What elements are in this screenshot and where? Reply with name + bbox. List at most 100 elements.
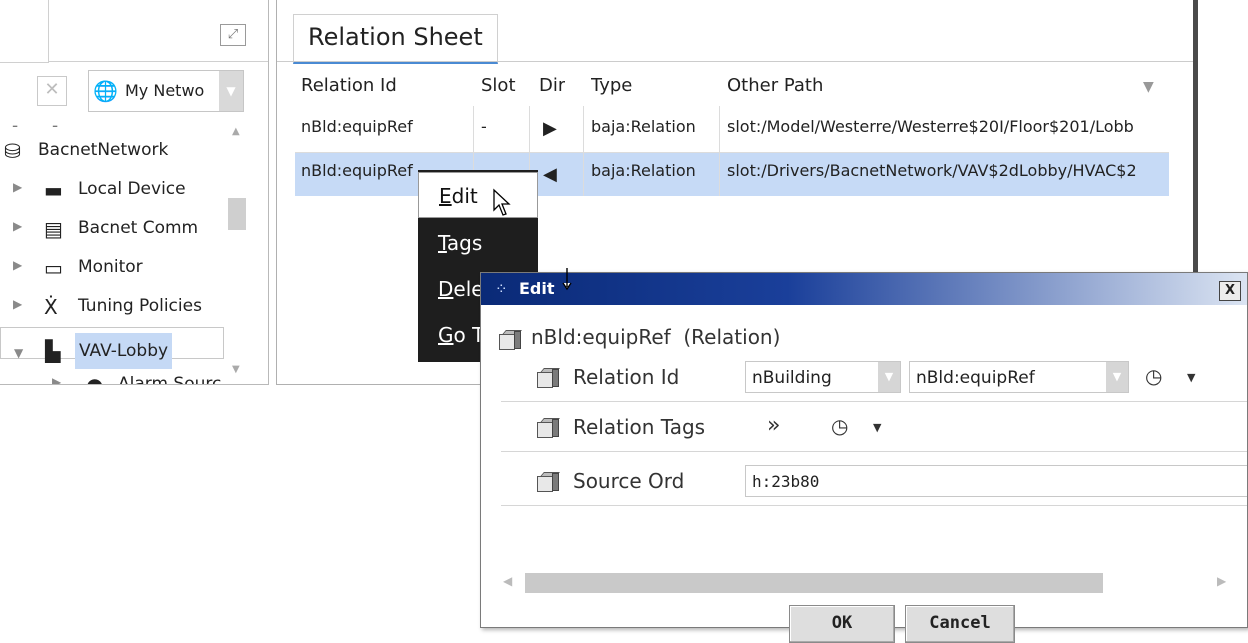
scroll-thumb[interactable] [525, 573, 1103, 593]
monitor-icon: ▭ [44, 256, 63, 280]
menu-item-tags[interactable]: Tags [418, 220, 538, 266]
col-header-slot[interactable]: Slot [481, 66, 516, 106]
chevron-down-icon[interactable]: ▼ [1106, 362, 1128, 392]
dialog-header: nBld:equipRef (Relation) [531, 325, 781, 349]
comm-icon: ▤ [44, 217, 63, 241]
expand-arrow-icon[interactable]: ▶ [13, 219, 22, 233]
field-label: Relation Id [573, 365, 680, 389]
dialog-title-bar[interactable]: ⁘ Edit X [481, 273, 1247, 305]
vav-icon: ▙ [45, 339, 61, 363]
cell-type: baja:Relation [591, 161, 696, 180]
field-row-source-ord: Source Ord h:23b80 [501, 457, 1247, 506]
cell-slot: - [481, 117, 487, 136]
direction-out-icon: ▶ [543, 118, 557, 139]
expand-double-chevron-icon[interactable]: » [767, 413, 780, 438]
tree-item-bacnetnetwork[interactable]: ⛁ BacnetNetwork [0, 132, 224, 168]
tree-item-local-device[interactable]: ▶ ▬ Local Device [0, 171, 224, 207]
direction-in-icon: ◀ [543, 164, 557, 185]
tuning-icon: Ẋ [44, 295, 58, 319]
component-icon [537, 367, 560, 388]
select-value: nBld:equipRef [916, 368, 1035, 388]
nav-panel: ⤢ ✕ 🌐 My Netwo ▼ - - ⛁ BacnetNetwork ▶ ▬… [0, 0, 269, 385]
chevron-down-icon[interactable]: ▼ [878, 362, 900, 392]
tree-item-label: BacnetNetwork [38, 140, 169, 160]
tree-item-monitor[interactable]: ▶ ▭ Monitor [0, 249, 224, 285]
menu-mnemonic: T [438, 231, 447, 255]
tree-item-label: Monitor [78, 257, 143, 277]
col-header-dir[interactable]: Dir [539, 66, 565, 106]
field-row-relation-tags: Relation Tags » ◷ ▼ [501, 403, 1247, 452]
cancel-button[interactable]: Cancel [905, 605, 1015, 643]
scroll-thumb[interactable] [228, 198, 246, 230]
close-button[interactable]: X [1219, 281, 1241, 301]
select-value: nBuilding [752, 368, 832, 388]
globe-icon: 🌐 [93, 79, 118, 103]
tree-item-alarm-source[interactable]: ▶ ● Alarm Sourc [0, 366, 224, 385]
component-icon [537, 471, 560, 492]
menu-label: dit [451, 184, 478, 208]
dialog-icon: ⁘ [495, 280, 508, 298]
menu-mnemonic: E [439, 184, 452, 208]
network-selector[interactable]: 🌐 My Netwo ▼ [88, 70, 244, 112]
ok-button[interactable]: OK [789, 605, 895, 643]
collapse-arrow-icon[interactable]: ▼ [14, 337, 23, 369]
tree-item-bacnet-comm[interactable]: ▶ ▤ Bacnet Comm [0, 210, 224, 246]
scroll-down-icon[interactable]: ▼ [232, 364, 240, 375]
dialog-body: nBld:equipRef (Relation) Relation Id nBu… [481, 305, 1247, 643]
nav-header-divider [48, 61, 268, 62]
tree-item-label: Alarm Sourc [118, 374, 222, 385]
menu-item-edit[interactable]: Edit [418, 172, 538, 218]
menu-mnemonic: G [438, 323, 454, 347]
tree-item-label: VAV-Lobby [75, 333, 173, 369]
expand-arrow-icon[interactable]: ▶ [52, 375, 61, 384]
resize-cursor-icon [562, 268, 572, 291]
tree-item-label: Tuning Policies [78, 296, 202, 316]
maximize-icon[interactable]: ⤢ [220, 24, 246, 46]
expand-arrow-icon[interactable]: ▶ [13, 180, 22, 194]
component-icon [537, 417, 560, 438]
network-selector-value: My Netwo [125, 81, 205, 100]
namespace-select[interactable]: nBuilding ▼ [745, 361, 901, 393]
relation-id-select[interactable]: nBld:equipRef ▼ [909, 361, 1129, 393]
col-header-type[interactable]: Type [591, 66, 632, 106]
expand-arrow-icon[interactable]: ▶ [13, 297, 22, 311]
cell-relation-id: nBld:equipRef [301, 117, 413, 136]
table-row[interactable]: nBld:equipRef - ▶ baja:Relation slot:/Mo… [295, 108, 1169, 152]
scroll-right-icon[interactable]: ▶ [1217, 574, 1226, 588]
scroll-left-icon[interactable]: ◀ [503, 574, 512, 588]
chevron-down-icon[interactable]: ▼ [219, 71, 243, 111]
network-icon: ⛁ [4, 139, 21, 163]
alarm-icon: ● [86, 373, 104, 385]
cell-relation-id: nBld:equipRef [301, 161, 413, 180]
clock-icon[interactable]: ◷ [831, 414, 848, 438]
tree-item-vav-lobby[interactable]: ▼ ▙ VAV-Lobby [0, 327, 224, 369]
chevron-down-icon[interactable]: ▼ [1187, 371, 1195, 384]
col-header-relation-id[interactable]: Relation Id [301, 66, 397, 106]
nav-tab[interactable] [0, 0, 49, 63]
field-row-relation-id: Relation Id nBuilding ▼ nBld:equipRef ▼ … [501, 353, 1247, 402]
dialog-title: Edit [519, 279, 555, 298]
cell-type: baja:Relation [591, 117, 696, 136]
nav-scrollbar[interactable]: ▲ ▼ [224, 120, 246, 384]
menu-mnemonic: D [438, 277, 454, 301]
menu-label: ags [446, 231, 483, 255]
field-label: Source Ord [573, 469, 685, 493]
tab-divider [277, 61, 1193, 62]
column-menu-chevron-icon[interactable]: ▼ [1143, 70, 1154, 104]
tree-item-tuning-policies[interactable]: ▶ Ẋ Tuning Policies [0, 288, 224, 324]
cell-other-path: slot:/Drivers/BacnetNetwork/VAV$2dLobby/… [727, 161, 1137, 180]
tab-relation-sheet[interactable]: Relation Sheet [293, 14, 498, 64]
source-ord-field[interactable]: h:23b80 [745, 465, 1247, 497]
field-label: Relation Tags [573, 415, 706, 439]
mouse-pointer-icon [493, 188, 511, 216]
col-header-other-path[interactable]: Other Path [727, 66, 823, 106]
component-icon [499, 329, 522, 350]
expand-arrow-icon[interactable]: ▶ [13, 258, 22, 272]
chevron-down-icon[interactable]: ▼ [873, 421, 881, 434]
tree-item-label: Local Device [78, 179, 186, 199]
clock-icon[interactable]: ◷ [1145, 364, 1162, 388]
tree-item-label: Bacnet Comm [78, 218, 199, 238]
dialog-hscrollbar[interactable]: ◀ ▶ [503, 573, 1226, 593]
scroll-up-icon[interactable]: ▲ [232, 126, 240, 137]
close-icon[interactable]: ✕ [37, 76, 67, 106]
